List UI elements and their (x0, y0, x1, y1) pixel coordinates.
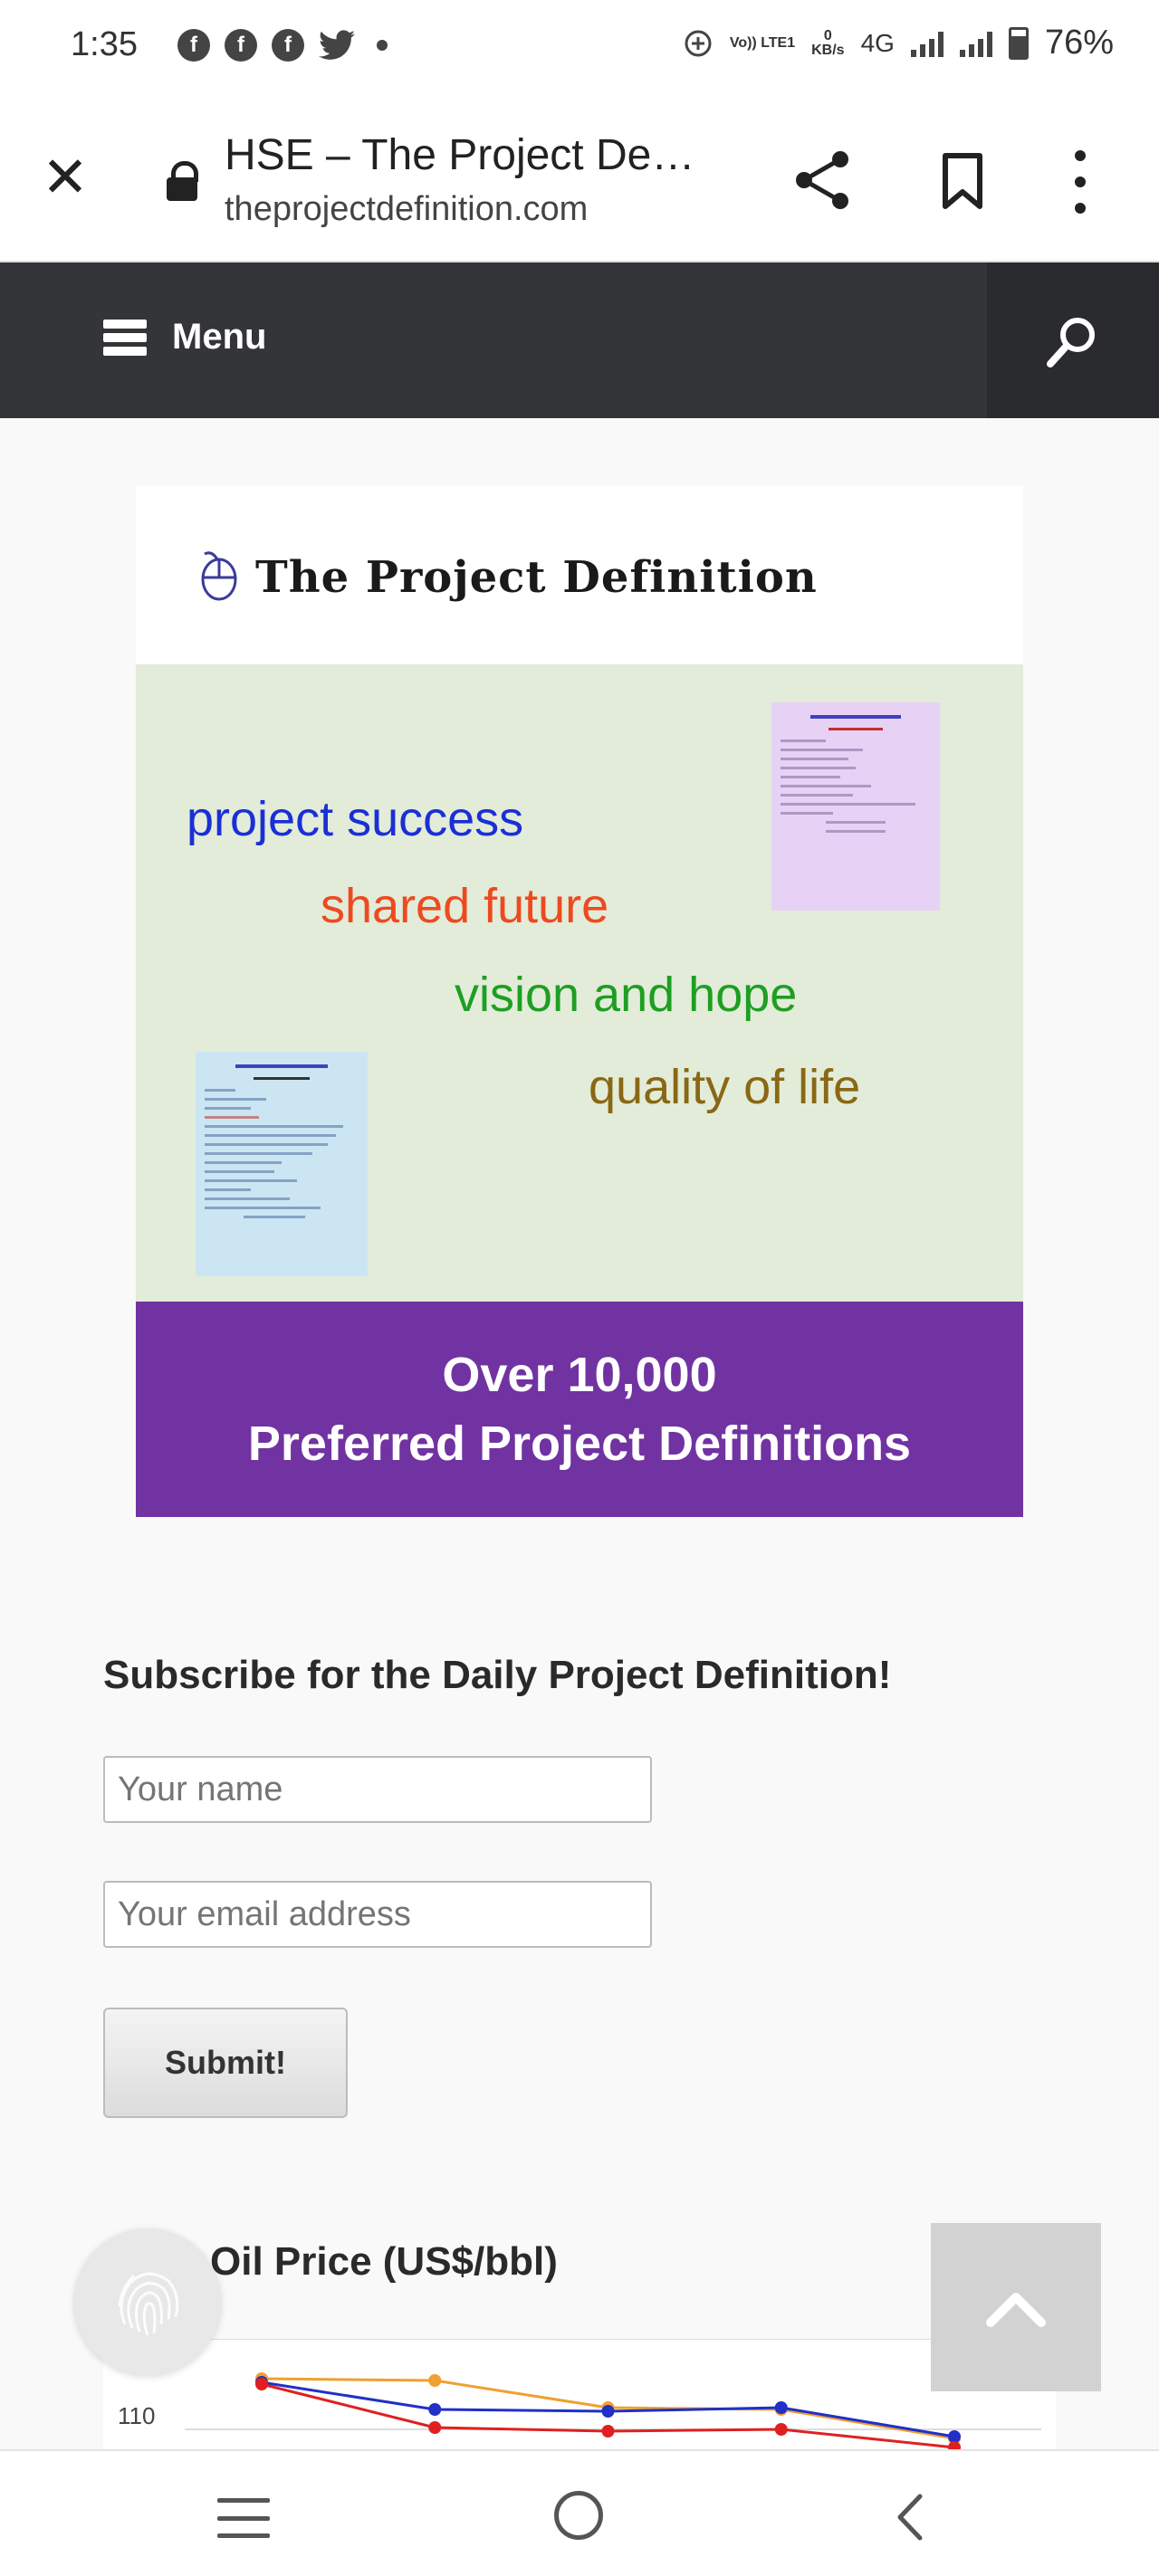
list-icon (103, 319, 147, 356)
signal-icon (910, 30, 943, 57)
fingerprint-icon (118, 2272, 179, 2336)
signal-icon (959, 30, 992, 57)
battery-percent: 76% (1044, 24, 1114, 62)
data-point[interactable] (428, 2374, 442, 2387)
email-input[interactable] (103, 1881, 652, 1948)
page-title[interactable]: HSE – The Project De… (225, 130, 714, 180)
document-thumbnail (771, 702, 940, 911)
data-saver-icon (685, 30, 712, 56)
home-button[interactable] (554, 2491, 603, 2540)
facebook-icon: f (177, 29, 210, 62)
notification-icons: f f f (177, 29, 388, 62)
data-rate-value: 0 (823, 27, 832, 43)
data-point[interactable] (774, 2401, 788, 2414)
twitter-icon (319, 30, 355, 60)
site-navigation: Menu (0, 262, 1159, 418)
subscribe-heading: Subscribe for the Daily Project Definiti… (103, 1653, 892, 1697)
data-point[interactable] (601, 2425, 615, 2438)
menu-label: Menu (172, 317, 267, 357)
oil-price-plot (185, 2339, 1041, 2454)
banner-tagline: Preferred Project Definitions (247, 1417, 912, 1471)
data-point[interactable] (255, 2378, 268, 2390)
fingerprint-button[interactable] (74, 2228, 221, 2375)
close-icon[interactable]: ✕ (42, 150, 89, 206)
banner-header: The Project Definition (136, 485, 1023, 664)
lock-icon[interactable] (167, 161, 198, 201)
share-icon[interactable] (790, 147, 857, 214)
back-button[interactable] (891, 2491, 927, 2543)
data-rate: 0 KB/s (811, 27, 845, 58)
status-bar: 1:35 f f f Vo)) LTE1 0 KB/s 4G 76% (0, 0, 1159, 98)
banner-footer: Over 10,000 Preferred Project Definition… (136, 1302, 1023, 1517)
volte-indicator: Vo)) LTE1 (729, 34, 796, 51)
network-type: 4G (860, 28, 895, 57)
banner-count: Over 10,000 (442, 1348, 717, 1402)
more-notifications-dot (377, 40, 388, 51)
name-input[interactable] (103, 1756, 652, 1823)
search-icon (1047, 318, 1095, 367)
mouse-icon (201, 551, 237, 601)
chevron-up-icon (986, 2293, 1046, 2327)
data-point[interactable] (774, 2423, 788, 2436)
data-point[interactable] (428, 2421, 442, 2434)
banner-site-title: The Project Definition (255, 552, 818, 603)
battery-icon (1008, 26, 1029, 60)
page-url[interactable]: theprojectdefinition.com (225, 190, 588, 229)
menu-button[interactable]: Menu (103, 317, 266, 358)
search-button[interactable] (987, 262, 1159, 418)
slogan-1: project success (187, 792, 524, 846)
banner-slogans: project success shared future vision and… (136, 664, 1023, 1302)
recent-apps-button[interactable] (217, 2498, 270, 2538)
data-point[interactable] (428, 2403, 442, 2416)
status-time: 1:35 (71, 25, 138, 63)
slogan-3: vision and hope (455, 968, 798, 1022)
bookmark-icon[interactable] (942, 152, 983, 210)
back-to-top-button[interactable] (931, 2223, 1101, 2391)
system-indicators: Vo)) LTE1 0 KB/s 4G 76% (683, 24, 1114, 62)
more-options-icon[interactable] (1074, 150, 1087, 214)
document-thumbnail (196, 1052, 368, 1276)
site-banner[interactable]: The Project Definition project success s… (136, 485, 1023, 1517)
facebook-icon: f (225, 29, 257, 62)
slogan-2: shared future (321, 879, 609, 933)
data-point[interactable] (601, 2405, 615, 2418)
oil-price-chart: 110 (103, 2339, 1056, 2457)
slogan-4: quality of life (589, 1060, 861, 1114)
data-point[interactable] (948, 2430, 961, 2443)
data-rate-unit: KB/s (811, 42, 845, 58)
browser-toolbar: ✕ HSE – The Project De… theprojectdefini… (0, 98, 1159, 262)
submit-button[interactable]: Submit! (103, 2008, 348, 2118)
system-navigation-bar (0, 2449, 1159, 2576)
facebook-icon: f (272, 29, 304, 62)
oil-price-heading: Oil Price (US$/bbl) (210, 2239, 558, 2284)
